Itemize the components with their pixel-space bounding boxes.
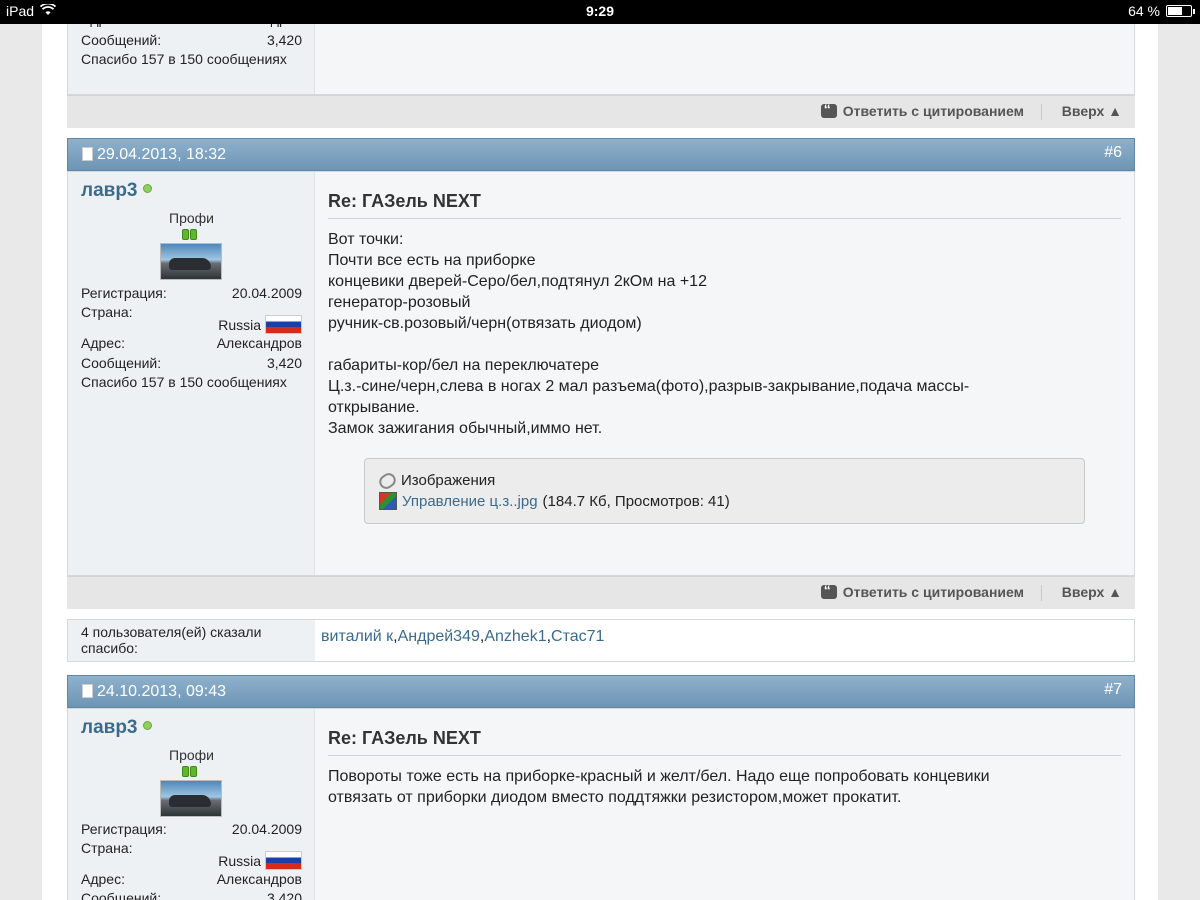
- post-text: Вот точки: Почти все есть на приборке ко…: [328, 231, 970, 437]
- post-title: Re: ГАЗель NEXT: [328, 191, 1121, 219]
- posts-count-row: Сообщений: 3,420: [81, 32, 302, 48]
- back-to-top-link[interactable]: Вверх ▲: [1062, 584, 1122, 600]
- thanks-user-link[interactable]: Anzhek1: [484, 628, 546, 645]
- post-date: 24.10.2013, 09:43: [97, 683, 227, 700]
- post-content: Re: ГАЗель NEXT Вот точки: Почти все ест…: [328, 191, 1121, 439]
- post-footer: Ответить с цитированием Вверх ▲: [67, 576, 1135, 609]
- post-userinfo: лавр3 Профи Регистрация: 20.04.2009 Стра…: [68, 709, 315, 900]
- thanks-label: 4 пользователя(ей) сказали спасибо:: [68, 620, 315, 661]
- reputation-icon: [182, 764, 200, 777]
- battery-icon: [1166, 5, 1195, 17]
- forum-page: Адрес: Александров Сообщений: 3,420 Спас…: [42, 0, 1158, 900]
- reply-with-quote-button[interactable]: Ответить с цитированием: [820, 101, 1024, 119]
- thanks-user-link[interactable]: Стас71: [551, 628, 604, 645]
- post-text: Повороты тоже есть на приборке-красный и…: [328, 768, 990, 806]
- author-link[interactable]: лавр3: [81, 717, 138, 738]
- thanks-count-row: Спасибо 157 в 150 сообщениях: [81, 374, 287, 390]
- paperclip-icon: [376, 469, 399, 492]
- post-header: 29.04.2013, 18:32 #6: [67, 138, 1135, 171]
- post-body-panel: лавр3 Профи Регистрация: 20.04.2009 Стра…: [67, 708, 1135, 900]
- attachment-link[interactable]: Управление ц.з..jpg: [402, 493, 538, 510]
- post-userinfo: лавр3 Профи Регистрация: 20.04.2009 Стра…: [68, 172, 315, 575]
- post-title: Re: ГАЗель NEXT: [328, 728, 1121, 756]
- clock: 9:29: [585, 3, 615, 19]
- thanks-block: 4 пользователя(ей) сказали спасибо: вита…: [67, 619, 1135, 662]
- address-row: Адрес: Александров: [81, 335, 302, 351]
- russia-flag-icon: [265, 315, 302, 334]
- quote-icon: [820, 582, 837, 599]
- posts-count-row: Сообщений: 3,420: [81, 890, 302, 900]
- author-link[interactable]: лавр3: [81, 180, 138, 201]
- post-body-panel: лавр3 Профи Регистрация: 20.04.2009 Стра…: [67, 171, 1135, 576]
- post-header: 24.10.2013, 09:43 #7: [67, 675, 1135, 708]
- registration-row: Регистрация: 20.04.2009: [81, 285, 302, 301]
- post-footer: Ответить с цитированием Вверх ▲: [67, 95, 1135, 128]
- attachment-meta: (184.7 Кб, Просмотров: 41): [542, 492, 730, 510]
- thanks-user-link[interactable]: Андрей349: [398, 628, 480, 645]
- post-content: Re: ГАЗель NEXT Повороты тоже есть на пр…: [328, 728, 1121, 808]
- post-number-link[interactable]: #7: [1104, 681, 1122, 699]
- divider: [1041, 104, 1042, 120]
- country-row: Страна: Russia: [81, 304, 302, 334]
- reply-with-quote-button[interactable]: Ответить с цитированием: [820, 582, 1024, 600]
- registration-row: Регистрация: 20.04.2009: [81, 821, 302, 837]
- quote-icon: [820, 101, 837, 118]
- thanks-count-row: Спасибо 157 в 150 сообщениях: [81, 51, 287, 67]
- post-doc-icon: [82, 147, 93, 161]
- thanks-user-link[interactable]: виталий к: [321, 628, 393, 645]
- user-rank: Профи: [169, 210, 214, 226]
- reputation-icon: [182, 227, 200, 240]
- address-row: Адрес: Александров: [81, 871, 302, 887]
- thanks-users: виталий к,Андрей349,Anzhek1,Стас71: [321, 628, 605, 645]
- avatar[interactable]: [160, 243, 222, 280]
- attachments-title: Изображения: [401, 472, 496, 489]
- country-row: Страна: Russia: [81, 840, 302, 870]
- attachments-box: Изображения Управление ц.з..jpg (184.7 Кб…: [364, 458, 1085, 524]
- posts-count-row: Сообщений: 3,420: [81, 355, 302, 371]
- status-bar: iPad 9:29 64 %: [0, 0, 1200, 24]
- jpg-file-icon: [379, 492, 397, 510]
- post-number-link[interactable]: #6: [1104, 144, 1122, 162]
- online-status-icon: [142, 184, 152, 193]
- back-to-top-link[interactable]: Вверх ▲: [1062, 103, 1122, 119]
- russia-flag-icon: [265, 851, 302, 870]
- user-rank: Профи: [169, 747, 214, 763]
- post-date: 29.04.2013, 18:32: [97, 146, 227, 163]
- post-doc-icon: [82, 684, 93, 698]
- avatar[interactable]: [160, 780, 222, 817]
- online-status-icon: [142, 721, 152, 730]
- divider: [1041, 585, 1042, 601]
- battery-percent: 64 %: [1128, 3, 1160, 19]
